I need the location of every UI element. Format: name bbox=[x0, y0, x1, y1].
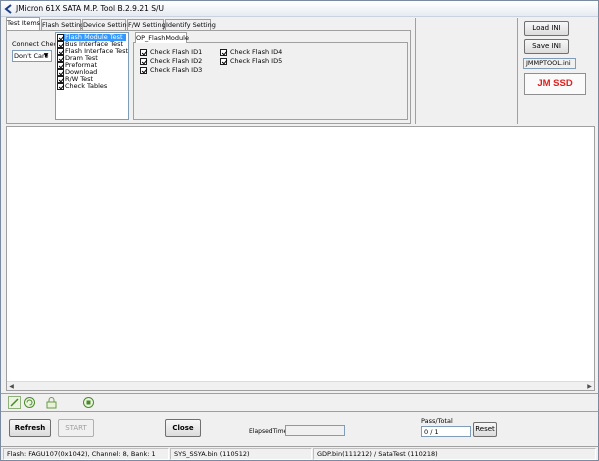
refresh-button[interactable]: Refresh bbox=[9, 419, 51, 437]
start-button[interactable]: START bbox=[58, 419, 94, 437]
ini-file-field[interactable]: JMMPTOOL.ini bbox=[523, 58, 576, 69]
connect-check-select[interactable]: Don't Care ▼ bbox=[12, 50, 52, 62]
tab-op-flashmodule[interactable]: OP_FlashModule bbox=[135, 32, 189, 43]
checkbox[interactable] bbox=[57, 48, 64, 55]
check-flash-id1-label[interactable]: Check Flash ID1 bbox=[150, 48, 202, 56]
status-sys: SYS_SSYA.bin (110512) bbox=[170, 448, 312, 460]
start-label: START bbox=[65, 424, 87, 432]
divider bbox=[415, 18, 416, 124]
tab-test-items[interactable]: Test Items bbox=[6, 17, 40, 30]
check-flash-id5-label[interactable]: Check Flash ID5 bbox=[230, 57, 282, 65]
pass-total-field: 0 / 1 bbox=[421, 426, 471, 437]
checkbox[interactable] bbox=[140, 49, 147, 56]
check-flash-id2-label[interactable]: Check Flash ID2 bbox=[150, 57, 202, 65]
title-bar: JMicron 61X SATA M.P. Tool B.2.9.21 S/U bbox=[1, 1, 598, 17]
checkbox[interactable] bbox=[57, 55, 64, 62]
reset-button[interactable]: Reset bbox=[473, 422, 497, 437]
lock-icon[interactable] bbox=[45, 396, 58, 409]
save-ini-label: Save INI bbox=[532, 42, 561, 50]
checkbox[interactable] bbox=[57, 69, 64, 76]
close-button[interactable]: Close bbox=[165, 419, 201, 437]
app-icon bbox=[4, 4, 12, 14]
elapsed-time-label: ElapsedTime bbox=[249, 428, 288, 435]
refresh-label: Refresh bbox=[14, 424, 46, 432]
divider bbox=[517, 18, 518, 124]
stop-icon[interactable] bbox=[82, 396, 95, 409]
checkbox[interactable] bbox=[140, 58, 147, 65]
reset-label: Reset bbox=[475, 425, 495, 433]
divider bbox=[1, 411, 598, 412]
main-window: JMicron 61X SATA M.P. Tool B.2.9.21 S/U … bbox=[0, 0, 599, 461]
status-bar: Flash: FAGU107(0x1042), Channel: 8, Bank… bbox=[1, 446, 598, 460]
jm-ssd-logo: JM SSD bbox=[524, 73, 586, 95]
checkbox[interactable] bbox=[140, 67, 147, 74]
divider bbox=[1, 393, 598, 394]
close-label: Close bbox=[172, 424, 194, 432]
test-items-list[interactable]: Flash Module Test Bus Interface Test Fla… bbox=[55, 32, 129, 120]
list-item[interactable]: Check Tables bbox=[65, 82, 107, 90]
log-area[interactable] bbox=[6, 126, 595, 391]
load-ini-button[interactable]: Load INI bbox=[524, 21, 569, 36]
status-gdp: GDP.bin(111212) / SataTest (110218) bbox=[313, 448, 596, 460]
checkbox[interactable] bbox=[57, 41, 64, 48]
load-ini-label: Load INI bbox=[532, 24, 561, 32]
checkbox[interactable] bbox=[57, 83, 64, 90]
checkbox[interactable] bbox=[220, 49, 227, 56]
scroll-right-icon[interactable]: ▶ bbox=[585, 382, 594, 391]
checkbox[interactable] bbox=[57, 76, 64, 83]
elapsed-time-field bbox=[285, 425, 345, 436]
connect-icon[interactable] bbox=[8, 396, 21, 409]
connect-check-label: Connect Check bbox=[12, 40, 61, 48]
save-ini-button[interactable]: Save INI bbox=[524, 39, 569, 54]
checkbox[interactable] bbox=[57, 34, 64, 41]
check-flash-id4-label[interactable]: Check Flash ID4 bbox=[230, 48, 282, 56]
horizontal-scrollbar[interactable]: ◀ ▶ bbox=[7, 381, 594, 390]
scroll-left-icon[interactable]: ◀ bbox=[7, 382, 16, 391]
refresh-icon[interactable] bbox=[23, 396, 36, 409]
checkbox[interactable] bbox=[57, 62, 64, 69]
checkbox[interactable] bbox=[220, 58, 227, 65]
check-flash-id3-label[interactable]: Check Flash ID3 bbox=[150, 66, 202, 74]
chevron-down-icon[interactable]: ▼ bbox=[42, 52, 50, 60]
pass-total-label: Pass/Total bbox=[421, 417, 453, 425]
window-title: JMicron 61X SATA M.P. Tool B.2.9.21 S/U bbox=[16, 4, 165, 13]
status-flash: Flash: FAGU107(0x1042), Channel: 8, Bank… bbox=[3, 448, 169, 460]
